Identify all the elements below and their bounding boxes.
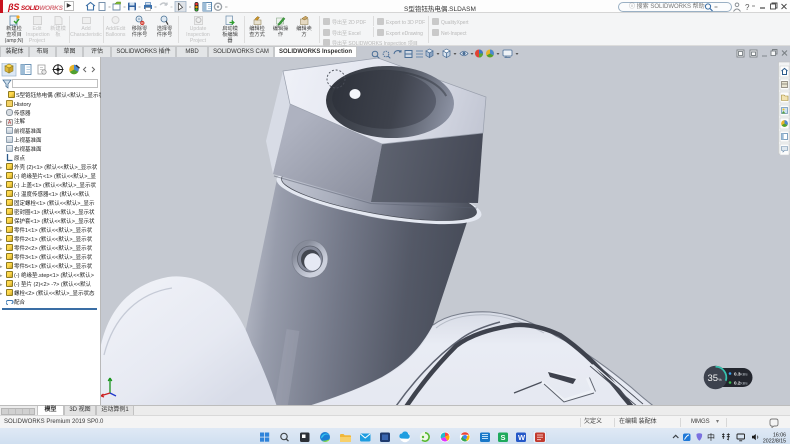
- svg-text:0.3KB/s: 0.3KB/s: [734, 371, 748, 376]
- svg-text:?: ?: [745, 3, 750, 12]
- svg-text:0.2KB/s: 0.2KB/s: [734, 380, 748, 385]
- svg-text:中: 中: [707, 432, 715, 442]
- svg-text:W: W: [518, 433, 526, 442]
- svg-text:2022/8/15: 2022/8/15: [763, 438, 786, 444]
- svg-text:S: S: [501, 433, 506, 442]
